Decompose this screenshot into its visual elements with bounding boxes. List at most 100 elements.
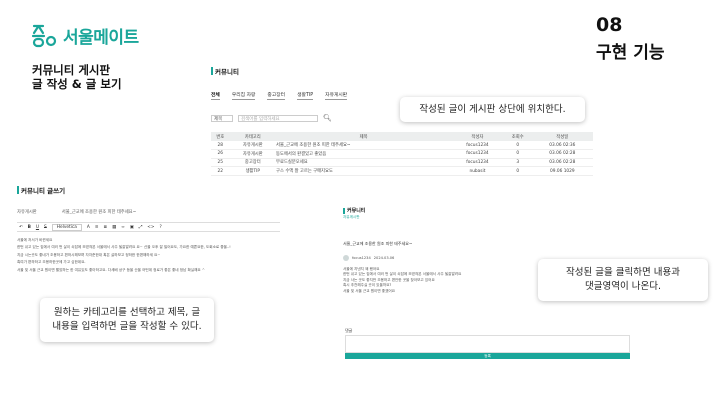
cell-author: nubasit bbox=[451, 166, 504, 176]
editor-line: 한번 쉬고 있는 집에서 여러 번 살이 쇠잡에 모였혀본 서울에서 사주 될잘… bbox=[17, 245, 231, 250]
bold-icon[interactable]: B bbox=[28, 225, 31, 230]
search-type-select[interactable]: 제목 bbox=[211, 114, 233, 122]
headline-line-2: 글 작성 & 글 보기 bbox=[32, 77, 122, 91]
comment-label: 댓글 bbox=[345, 328, 353, 333]
cell-no: 25 bbox=[211, 158, 230, 168]
code-icon[interactable]: <> bbox=[147, 225, 154, 230]
section-title-text: 구현 기능 bbox=[596, 43, 665, 63]
cell-title[interactable]: 동도에서의 판결있고 좋았음 bbox=[276, 149, 452, 159]
help-icon[interactable]: ? bbox=[159, 225, 161, 230]
category-select[interactable]: 자유게시판 bbox=[17, 209, 37, 215]
table-header-row: 번호 카테고리 제목 작성자 조회수 작성일 bbox=[211, 132, 593, 141]
callout-text: 내용을 입력하면 글을 작성할 수 있다. bbox=[52, 321, 202, 332]
logo-mark-icon bbox=[31, 22, 57, 48]
callout-board-top: 작성된 글이 게시판 상단에 위치한다. bbox=[400, 97, 585, 122]
cell-category: 자유게시판 bbox=[229, 149, 277, 159]
cell-title[interactable]: 서울_근교에 조용한 원조 피한 테주세요~ bbox=[276, 141, 452, 151]
headline-line-1: 커뮤니티 게시판 bbox=[32, 63, 111, 77]
cell-no: 26 bbox=[211, 149, 230, 159]
subject-input[interactable]: 서울_근교에 조용한 원조 피한 테주세요~ bbox=[62, 209, 136, 215]
table-row[interactable]: 25 중고장터 무료드실분오세요 focus1234 3 03.06 02:28 bbox=[211, 158, 593, 168]
cell-date: 03.06 02:36 bbox=[531, 141, 593, 151]
cell-author: focus1234 bbox=[451, 158, 504, 168]
editor-line: 서울에 저서가 바뀐세요 bbox=[17, 238, 53, 242]
post-title: 서울_근교에 조용한 원조 피한 테주세요~ bbox=[343, 241, 413, 246]
list-ul-icon[interactable]: ≡ bbox=[95, 225, 99, 230]
cell-views: 3 bbox=[503, 158, 532, 168]
title-bar-accent bbox=[17, 186, 19, 194]
list-ol-icon[interactable]: ≣ bbox=[103, 225, 107, 230]
editor-line: 서울 및 서울 근교 원이면 빨았하는 한 여유있도 좋아하고요. 다세배 상구… bbox=[17, 267, 205, 272]
table-row[interactable]: 22 생활TIP 구스 수액 잘 고르는 구매지요도 nubasit 0 09.… bbox=[211, 166, 593, 176]
tab-life-tip[interactable]: 생활TIP bbox=[297, 91, 314, 100]
tab-free-board[interactable]: 자유게시판 bbox=[325, 91, 348, 100]
cell-title[interactable]: 무료드실분오세요 bbox=[276, 158, 452, 168]
board-panel-title: 커뮤니티 bbox=[211, 66, 593, 76]
board-post-table: 번호 카테고리 제목 작성자 조회수 작성일 28 자유게시판 서울_근교에 조… bbox=[211, 132, 593, 176]
board-title-text: 커뮤니티 bbox=[215, 68, 239, 76]
table-icon[interactable]: ▦ bbox=[112, 225, 116, 230]
avatar bbox=[343, 255, 349, 261]
write-panel-title: 커뮤니티 글쓰기 bbox=[17, 185, 280, 195]
callout-text: 작성된 글이 게시판 상단에 위치한다. bbox=[419, 104, 566, 115]
underline-icon[interactable]: U bbox=[36, 225, 39, 230]
tab-all[interactable]: 전체 bbox=[211, 91, 220, 100]
section-number: 08 bbox=[596, 14, 623, 36]
editor-line: 혹여가 편하하고 조용하한곳에 가고 싶한데요. bbox=[17, 260, 86, 265]
cell-category: 생활TIP bbox=[229, 166, 277, 176]
section-title: 구현 기능 bbox=[592, 38, 669, 63]
link-icon[interactable]: ∞ bbox=[121, 225, 125, 230]
search-input[interactable]: 검색어를 입력하세요 bbox=[238, 114, 318, 122]
cell-no: 28 bbox=[211, 141, 230, 151]
table-row[interactable]: 26 자유게시판 동도에서의 판결있고 좋았음 focus1234 0 03.0… bbox=[211, 149, 593, 159]
cell-author: focus1234 bbox=[451, 141, 504, 151]
strike-icon[interactable]: S bbox=[44, 225, 47, 230]
column-header: 작성자 bbox=[451, 132, 504, 141]
cell-author: focus1234 bbox=[451, 149, 504, 159]
column-header: 작성일 bbox=[531, 132, 593, 141]
logo-text: 서울메이트 bbox=[63, 27, 139, 48]
search-icon[interactable]: 🔍︎ bbox=[323, 114, 332, 122]
font-color-icon[interactable]: A bbox=[87, 225, 90, 230]
editor-content[interactable]: 서울에 저서가 바뀐세요 한번 쉬고 있는 집에서 여러 번 살이 쇠잡에 모였… bbox=[17, 237, 280, 274]
cell-date: 03.06 02:28 bbox=[531, 158, 593, 168]
logo: 서울메이트 bbox=[31, 22, 139, 48]
callout-text: 작성된 글을 클릭하면 내용과 bbox=[566, 267, 680, 278]
comment-submit-button[interactable]: 등록 bbox=[345, 353, 630, 359]
cell-views: 0 bbox=[503, 166, 532, 176]
cell-category: 자유게시판 bbox=[229, 141, 277, 151]
cell-category: 중고장터 bbox=[229, 158, 277, 168]
cell-date: 03.06 02:28 bbox=[531, 149, 593, 159]
table-row[interactable]: 28 자유게시판 서울_근교에 조용한 원조 피한 테주세요~ focus123… bbox=[211, 141, 593, 151]
column-header: 제목 bbox=[276, 132, 452, 141]
callout-detail: 작성된 글을 클릭하면 내용과 댓글영역이 나온다. bbox=[538, 259, 708, 301]
column-header: 조회수 bbox=[503, 132, 532, 141]
cell-title[interactable]: 구스 수액 잘 고르는 구매지요도 bbox=[276, 166, 452, 176]
cell-views: 0 bbox=[503, 141, 532, 151]
cell-date: 09.06 1029 bbox=[531, 166, 593, 176]
title-bar-accent bbox=[343, 207, 345, 214]
title-bar-accent bbox=[211, 67, 213, 75]
font-family-select[interactable]: Helvetica bbox=[51, 223, 82, 231]
fullscreen-icon[interactable]: ⤢ bbox=[139, 225, 142, 230]
callout-text: 댓글영역이 나온다. bbox=[585, 281, 661, 292]
image-icon[interactable]: ▣ bbox=[130, 225, 134, 230]
detail-title-text: 커뮤니티 bbox=[347, 208, 366, 214]
cell-views: 0 bbox=[503, 149, 532, 159]
column-header: 카테고리 bbox=[229, 132, 277, 141]
board-list-panel: 커뮤니티 전체 우리집 자랑 중고장터 생활TIP 자유게시판 제목 검색어를 … bbox=[211, 66, 593, 184]
write-header-fields: 자유게시판 서울_근교에 조용한 원조 피한 테주세요~ bbox=[17, 209, 280, 215]
callout-text: 원하는 카테고리를 선택하고 제목, 글 bbox=[53, 307, 201, 318]
column-header: 번호 bbox=[211, 132, 230, 141]
callout-write: 원하는 카테고리를 선택하고 제목, 글 내용을 입력하면 글을 작성할 수 있… bbox=[40, 298, 214, 342]
cell-no: 22 bbox=[211, 166, 230, 176]
write-title-text: 커뮤니티 글쓰기 bbox=[21, 187, 66, 195]
tab-used-market[interactable]: 중고장터 bbox=[267, 91, 286, 100]
editor-line: 지금 시는곳도 좋네가 조용하고 편하시해보며 자자준한대 혹은 살하보고 정하… bbox=[17, 252, 161, 257]
comment-input[interactable] bbox=[345, 335, 630, 353]
undo-icon[interactable]: ↶ bbox=[19, 225, 23, 230]
tab-home-boast[interactable]: 우리집 자랑 bbox=[231, 91, 256, 100]
post-author: focus1234 bbox=[352, 256, 371, 260]
editor-toolbar: ↶ B U S Helvetica A ≡ ≣ ▦ ∞ ▣ ⤢ <> ? bbox=[17, 222, 280, 232]
slide-headline: 커뮤니티 게시판 글 작성 & 글 보기 bbox=[32, 63, 122, 91]
